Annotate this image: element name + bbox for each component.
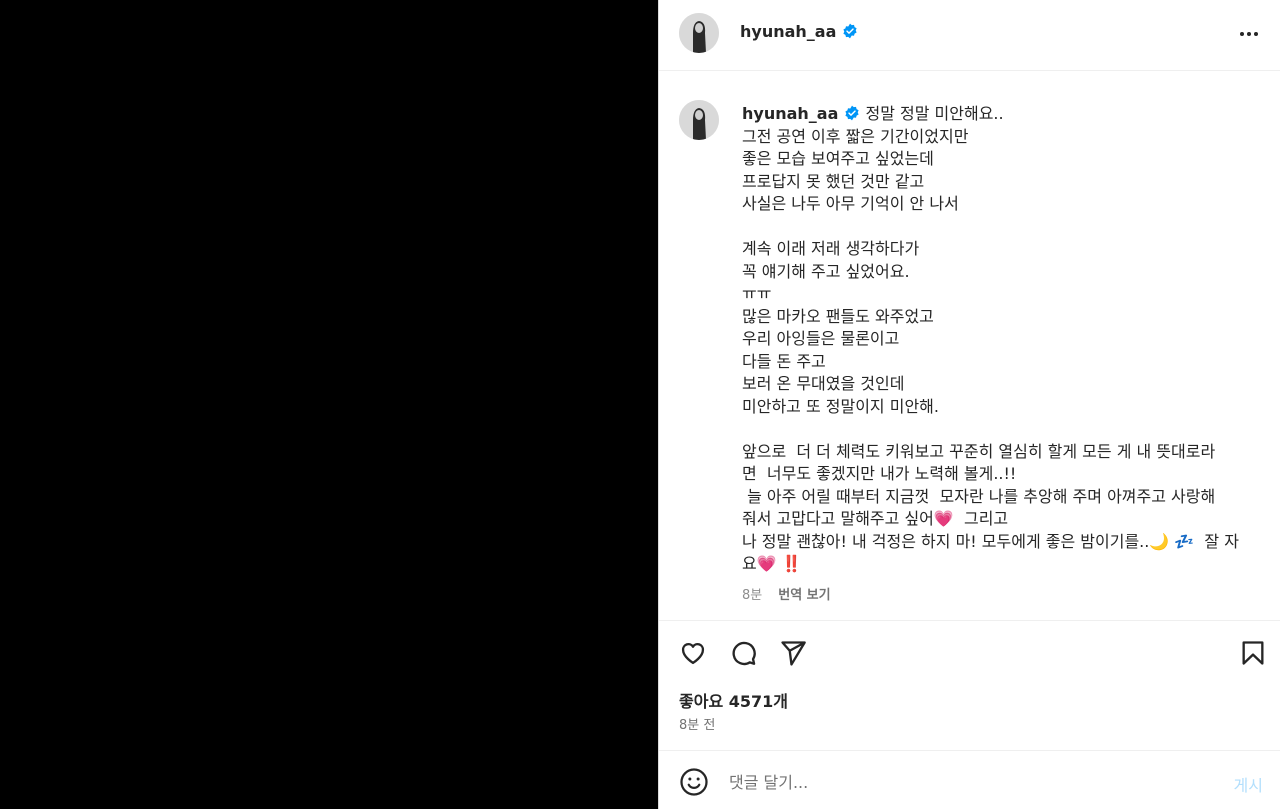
comment-bar: 게시 <box>659 750 1280 809</box>
verified-badge-icon <box>843 23 857 39</box>
post-caption: hyunah_aa 정말 정말 미안해요.. 그전 공연 이후 짧은 기간이었지… <box>742 103 1262 576</box>
comment-icon <box>732 641 756 666</box>
post-detail-panel: hyunah_aa hyunah_aa 정말 정말 미안해요.. 그전 공연 이… <box>658 0 1280 809</box>
caption-section: hyunah_aa 정말 정말 미안해요.. 그전 공연 이후 짧은 기간이었지… <box>659 71 1280 621</box>
emoji-button[interactable] <box>679 767 709 797</box>
more-options-button[interactable] <box>1237 22 1261 46</box>
comment-input[interactable] <box>729 765 1189 799</box>
caption-avatar[interactable] <box>679 100 719 140</box>
more-horizontal-icon <box>1240 32 1258 36</box>
emoji-icon <box>680 768 708 796</box>
share-button[interactable] <box>777 637 809 669</box>
caption-meta: 8분 번역 보기 <box>742 584 831 603</box>
bookmark-icon <box>1242 641 1264 665</box>
post-timestamp[interactable]: 8분 전 <box>679 714 715 733</box>
caption-body: 그전 공연 이후 짧은 기간이었지만 좋은 모습 보여주고 싶었는데 프로답지 … <box>742 126 1239 574</box>
caption-first-line: 정말 정말 미안해요.. <box>865 104 1004 123</box>
post-media[interactable] <box>0 0 658 809</box>
header-username-text[interactable]: hyunah_aa <box>740 22 836 41</box>
see-translation-button[interactable]: 번역 보기 <box>778 588 830 603</box>
post-comment-button[interactable]: 게시 <box>1234 772 1263 796</box>
likes-count[interactable]: 좋아요 4571개 <box>679 688 788 712</box>
like-button[interactable] <box>677 637 709 669</box>
avatar[interactable] <box>679 13 719 53</box>
action-bar <box>659 628 1280 678</box>
heart-icon <box>681 643 705 665</box>
caption-timestamp: 8분 <box>742 588 763 603</box>
comment-button[interactable] <box>727 637 759 669</box>
header-username[interactable]: hyunah_aa <box>740 22 858 41</box>
caption-username[interactable]: hyunah_aa <box>742 104 838 123</box>
save-button[interactable] <box>1237 637 1269 669</box>
post-header: hyunah_aa <box>659 0 1280 71</box>
send-icon <box>781 641 806 666</box>
verified-badge-icon <box>845 105 859 121</box>
